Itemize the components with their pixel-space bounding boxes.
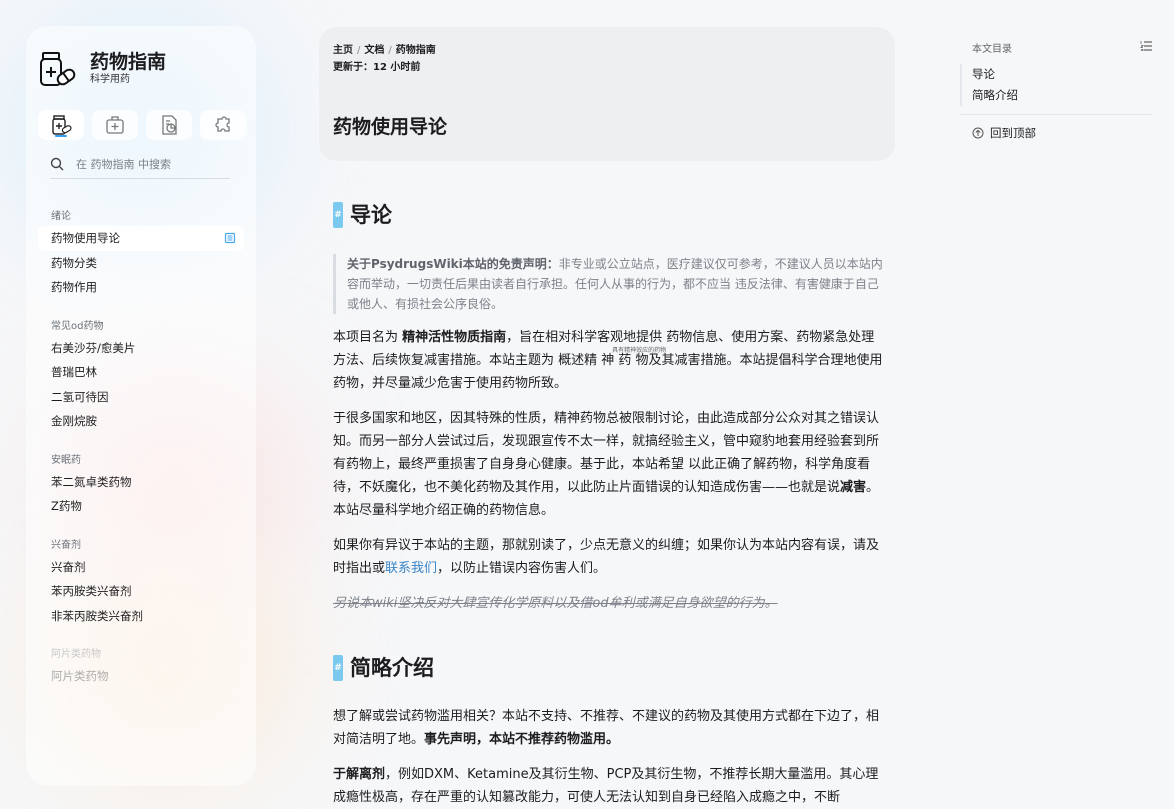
nav-item-label: 药物使用导论 <box>51 231 120 245</box>
paragraph: 于很多国家和地区，因其特殊的性质，精神药物总被限制讨论，由此造成部分公众对其之错… <box>333 407 883 522</box>
nav-item[interactable]: 非苯丙胺类兴奋剂 <box>26 604 256 629</box>
site-subtitle: 科学用药 <box>90 74 130 85</box>
search-placeholder: 在 药物指南 中搜索 <box>76 158 171 171</box>
report-chart-icon <box>162 115 177 135</box>
puzzle-icon <box>215 116 230 132</box>
back-to-top-label: 回到顶部 <box>990 126 1036 140</box>
nav-item[interactable]: 金刚烷胺 <box>26 409 256 434</box>
nav-item-intro[interactable]: 药物使用导论 <box>38 226 244 251</box>
ruby-base: 精 神 药 <box>584 353 632 368</box>
toc-links: 导论 简略介绍 <box>960 64 1152 106</box>
medicine-logo-icon <box>40 52 76 86</box>
heading-intro: # 导论 <box>333 200 883 230</box>
heading-text: 简略介绍 <box>350 655 434 680</box>
nav-item[interactable]: 药物作用 <box>26 275 256 300</box>
site-title: 药物指南 <box>90 51 167 73</box>
medicine-bottle-icon <box>52 115 72 135</box>
hash-anchor-icon[interactable]: # <box>333 655 343 681</box>
nav-group-label: 阿片类药物 <box>51 649 101 660</box>
heading-brief: # 简略介绍 <box>333 653 883 683</box>
nav-item[interactable]: 右美沙芬/愈美片 <box>26 336 256 361</box>
text: ，例如DXM、Ketamine及其衍生物、PCP及其衍生物，不推荐长期大量滥用。… <box>333 767 879 805</box>
book-icon <box>224 233 236 244</box>
nav-item[interactable]: 苯丙胺类兴奋剂 <box>26 579 256 604</box>
nav-group-label: 安眠药 <box>51 454 81 466</box>
nav-item[interactable]: 兴奋剂 <box>26 555 256 580</box>
text-bold: 于解离剂 <box>333 767 386 782</box>
ruby-annotation: 具有精神效应的药物精 神 药 <box>584 347 666 372</box>
nav-item[interactable]: 药物分类 <box>26 251 256 276</box>
paragraph: 于解离剂，例如DXM、Ketamine及其衍生物、PCP及其衍生物，不推荐长期大… <box>333 763 883 809</box>
page-header: 主页 / 文档 / 药物指南 更新于：12 小时前 药物使用导论 <box>319 27 895 161</box>
hash-anchor-icon[interactable]: # <box>333 202 343 228</box>
arrow-up-circle-icon <box>972 127 984 139</box>
heading-text: 导论 <box>350 202 392 227</box>
breadcrumb-current[interactable]: 药物指南 <box>396 45 436 56</box>
section-tabs <box>38 110 246 140</box>
nav-group-label: 常见od药物 <box>51 320 104 332</box>
article: # 导论 关于PsydrugsWiki本站的免责声明：非专业或公立站点，医疗建议… <box>333 200 883 809</box>
updated-time: 更新于：12 小时前 <box>333 62 421 73</box>
back-to-top[interactable]: 回到顶部 <box>960 125 1152 141</box>
toc-link-brief[interactable]: 简略介绍 <box>962 85 1152 106</box>
nav-item[interactable]: 阿片类药物 <box>26 664 256 689</box>
tab-medicine[interactable] <box>38 110 84 140</box>
struck-paragraph: 另说本wiki坚决反对大肆宣传化学原料以及借od牟利或满足自身欲望的行为。 <box>333 596 778 611</box>
tab-puzzle[interactable] <box>200 110 246 140</box>
sidebar: 药物指南 科学用药 在 药物指南 中搜索 绪论 药物使用导论 药物分类 药物作用… <box>26 26 256 786</box>
brand[interactable]: 药物指南 科学用药 <box>38 50 166 88</box>
breadcrumb-home[interactable]: 主页 <box>333 45 353 56</box>
text: 于很多国家和地区，因其特殊的性质，精神药物总被限制讨论，由此造成部分公众对其之错… <box>333 411 880 495</box>
tab-kit[interactable] <box>92 110 138 140</box>
text-bold: 事先声明，本站不推荐药物滥用。 <box>424 732 620 747</box>
breadcrumb: 主页 / 文档 / 药物指南 <box>333 45 436 56</box>
toc-link-intro[interactable]: 导论 <box>962 64 1152 85</box>
disclaimer-quote: 关于PsydrugsWiki本站的免责声明：非专业或公立站点，医疗建议仅可参考，… <box>333 254 883 314</box>
medical-kit-icon <box>106 116 124 134</box>
breadcrumb-docs[interactable]: 文档 <box>364 45 384 56</box>
text-bold: 减害 <box>840 480 867 495</box>
nav-item[interactable]: Z药物 <box>26 494 256 519</box>
ruby-text: 具有精神效应的药物 <box>612 347 667 354</box>
paragraph: 本项目名为 精神活性物质指南，旨在相对科学客观地提供 药物信息、使用方案、药物紧… <box>333 326 883 395</box>
list-icon[interactable] <box>1140 40 1152 52</box>
toc-title: 本文目录 <box>972 44 1012 55</box>
nav-item[interactable]: 二氢可待因 <box>26 385 256 410</box>
search-icon <box>50 157 64 171</box>
contact-link[interactable]: 联系我们 <box>385 561 437 576</box>
nav-item[interactable]: 普瑞巴林 <box>26 360 256 385</box>
nav-group-label: 兴奋剂 <box>51 539 81 551</box>
nav-item[interactable]: 苯二氮卓类药物 <box>26 470 256 495</box>
page-title: 药物使用导论 <box>333 116 448 138</box>
nav-group-label: 绪论 <box>51 211 71 222</box>
tab-report[interactable] <box>146 110 192 140</box>
table-of-contents: 本文目录 导论 简略介绍 回到顶部 <box>960 40 1152 141</box>
paragraph: 想了解或尝试药物滥用相关？本站不支持、不推荐、不建议的药物及其使用方式都在下边了… <box>333 705 883 751</box>
text: ，以防止错误内容伤害人们。 <box>437 561 607 576</box>
text: 本项目名为 <box>333 330 403 345</box>
search-box[interactable]: 在 药物指南 中搜索 <box>50 150 230 179</box>
text-bold: 精神活性物质指南 <box>402 330 507 345</box>
quote-bold: 关于PsydrugsWiki本站的免责声明： <box>347 257 559 271</box>
paragraph: 如果你有异议于本站的主题，那就别读了，少点无意义的纠缠；如果你认为本站内容有误，… <box>333 534 883 580</box>
sidebar-nav: 绪论 药物使用导论 药物分类 药物作用 常见od药物 右美沙芬/愈美片 普瑞巴林… <box>26 208 256 689</box>
